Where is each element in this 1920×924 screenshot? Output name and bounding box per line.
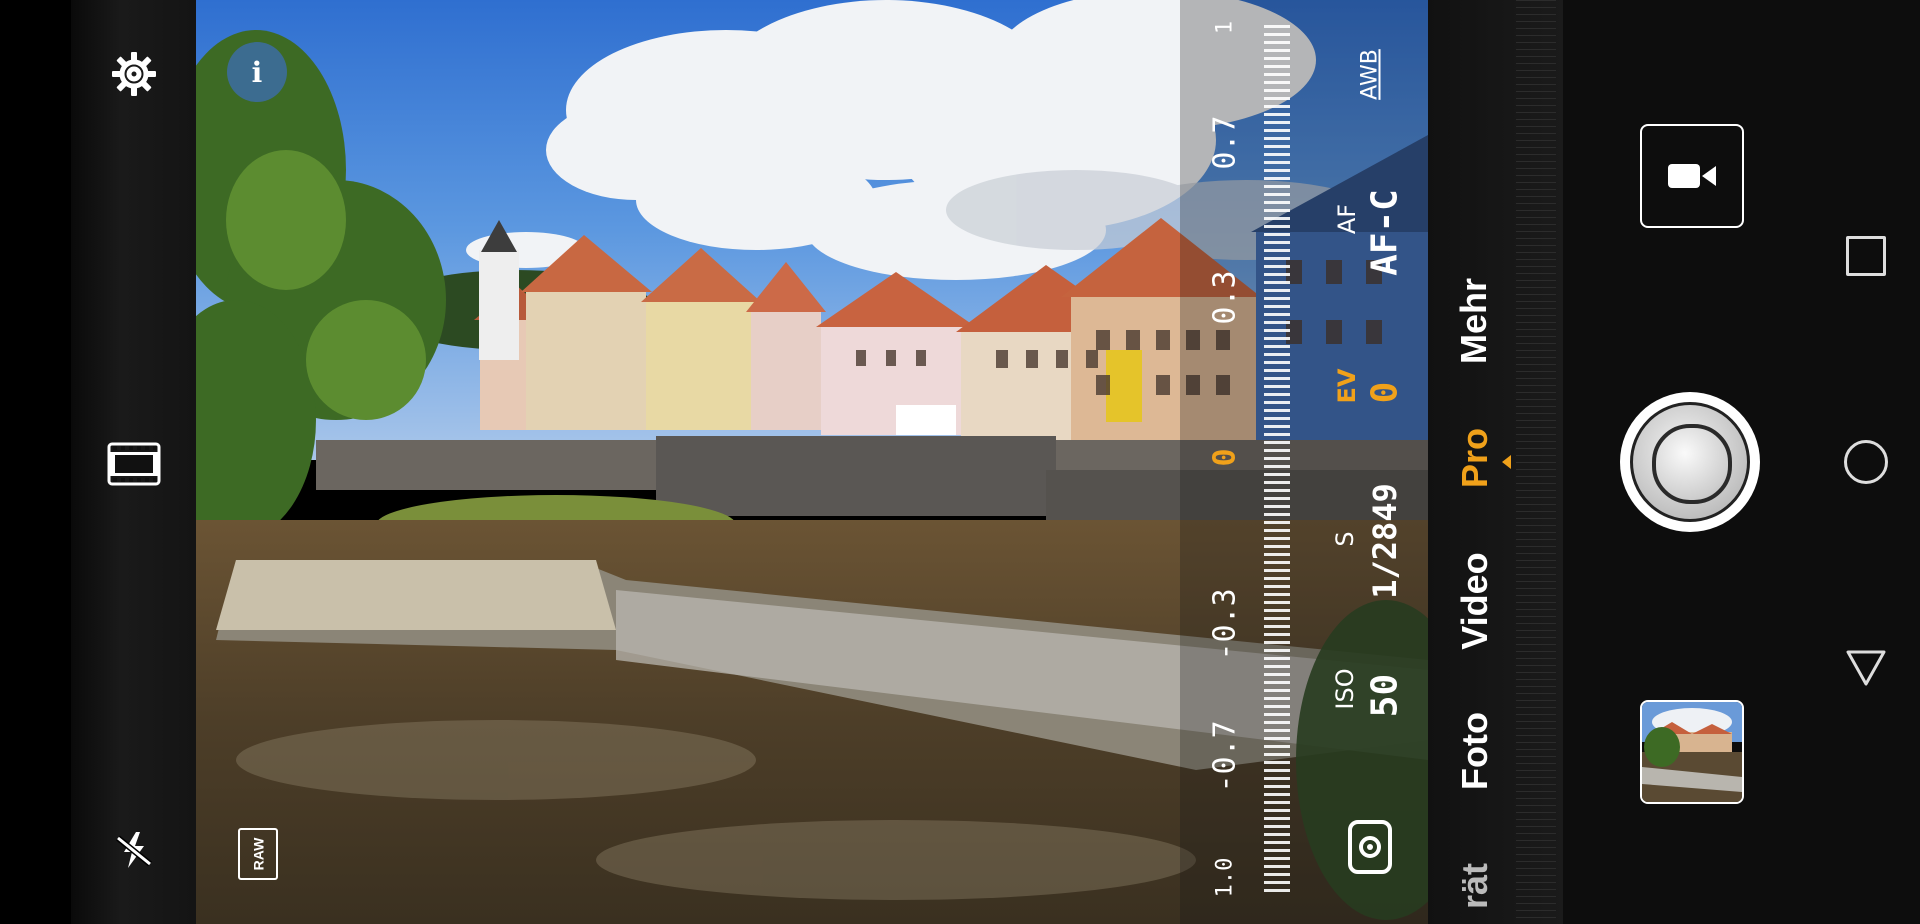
circle-icon bbox=[1844, 440, 1888, 484]
af-label: AF bbox=[1333, 203, 1361, 235]
iso-value[interactable]: 50 bbox=[1365, 661, 1406, 731]
ev-label: -0.3 bbox=[1207, 588, 1243, 661]
raw-label: RAW bbox=[249, 837, 266, 871]
shutter-value[interactable]: 1/2849 bbox=[1366, 476, 1404, 606]
mode-item-foto[interactable]: Foto bbox=[1454, 696, 1496, 806]
ev-scale-labels: 1.0 -0.7 -0.3 0 0.3 0.7 1 bbox=[1195, 0, 1255, 924]
mode-ruler-decoration bbox=[1516, 0, 1556, 924]
home-button[interactable] bbox=[1836, 432, 1896, 492]
ev-label: -0.7 bbox=[1207, 720, 1243, 793]
ev-label: 1 bbox=[1212, 20, 1238, 35]
recent-apps-button[interactable] bbox=[1836, 226, 1896, 286]
mode-item-mehr[interactable]: Mehr bbox=[1453, 261, 1495, 381]
photo-mode-icon[interactable] bbox=[1342, 815, 1398, 879]
raw-badge[interactable]: RAW bbox=[238, 828, 278, 880]
active-mode-indicator bbox=[1502, 455, 1511, 469]
wb-label[interactable]: AWB bbox=[1358, 40, 1383, 110]
triangle-back-icon bbox=[1846, 650, 1886, 686]
film-icon[interactable] bbox=[106, 440, 162, 488]
ev-label: 0.3 bbox=[1207, 270, 1243, 325]
video-record-button[interactable] bbox=[1640, 124, 1744, 228]
video-camera-icon bbox=[1668, 164, 1716, 188]
mode-item-video[interactable]: Video bbox=[1454, 536, 1496, 666]
shutter-button[interactable] bbox=[1620, 392, 1760, 532]
info-button[interactable]: i bbox=[227, 42, 287, 102]
flash-off-icon[interactable] bbox=[110, 826, 158, 874]
shutter-label: S bbox=[1331, 531, 1359, 547]
mode-item-pro[interactable]: Pro bbox=[1454, 413, 1496, 503]
mode-item-ritmo[interactable]: rät bbox=[1454, 851, 1496, 921]
iso-label: ISO bbox=[1331, 668, 1359, 710]
ev-param-value[interactable]: 0 bbox=[1365, 358, 1406, 428]
shutter-inner bbox=[1652, 424, 1732, 504]
ev-label: 0.7 bbox=[1207, 115, 1243, 170]
ev-param-label: EV bbox=[1333, 368, 1361, 404]
square-icon bbox=[1846, 236, 1886, 276]
info-icon: i bbox=[251, 55, 263, 89]
ev-current: 0 bbox=[1207, 448, 1243, 467]
ev-ruler[interactable] bbox=[1264, 25, 1290, 895]
ev-label: 1.0 bbox=[1212, 857, 1238, 898]
gallery-thumbnail[interactable] bbox=[1640, 700, 1744, 804]
back-button[interactable] bbox=[1836, 638, 1896, 698]
gear-icon[interactable] bbox=[108, 48, 160, 100]
af-value[interactable]: AF-C bbox=[1365, 178, 1406, 288]
